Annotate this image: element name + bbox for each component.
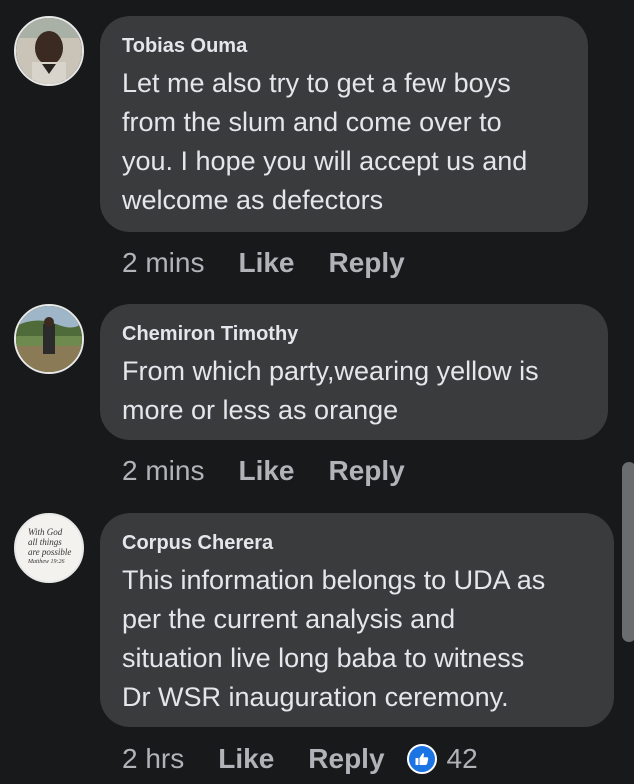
comment-text: This information belongs to UDA as per t… — [122, 565, 546, 712]
avatar-mug-text: With God all things are possible Matthew… — [28, 527, 72, 565]
reply-button[interactable]: Reply — [329, 454, 405, 488]
comment-actions: 2 mins Like Reply — [122, 454, 439, 488]
avatar[interactable]: With God all things are possible Matthew… — [14, 513, 84, 583]
reply-button[interactable]: Reply — [308, 742, 384, 776]
comment-author[interactable]: Tobias Ouma — [122, 34, 566, 58]
reaction-count: 42 — [446, 743, 478, 774]
like-button[interactable]: Like — [238, 246, 294, 280]
comment-actions: 2 hrs Like Reply 42 — [122, 742, 478, 776]
scrollbar[interactable] — [622, 462, 634, 642]
avatar-photo — [16, 18, 82, 84]
comment-bubble: Corpus Cherera This information belongs … — [100, 513, 614, 727]
comment-bubble: Tobias Ouma Let me also try to get a few… — [100, 16, 588, 232]
comment-author[interactable]: Corpus Cherera — [122, 531, 592, 555]
comment-author[interactable]: Chemiron Timothy — [122, 322, 586, 346]
comments-page: Tobias Ouma Let me also try to get a few… — [0, 0, 634, 784]
like-button[interactable]: Like — [238, 454, 294, 488]
avatar[interactable] — [14, 304, 84, 374]
reply-button[interactable]: Reply — [329, 246, 405, 280]
avatar-photo — [16, 306, 82, 372]
thumbs-up-icon — [406, 744, 437, 774]
reaction-summary[interactable]: 42 — [406, 742, 478, 776]
avatar[interactable] — [14, 16, 84, 86]
comment-timestamp[interactable]: 2 mins — [122, 246, 204, 280]
comment-timestamp[interactable]: 2 hrs — [122, 742, 184, 776]
like-button[interactable]: Like — [218, 742, 274, 776]
comment-timestamp[interactable]: 2 mins — [122, 454, 204, 488]
comment-actions: 2 mins Like Reply — [122, 246, 439, 280]
comment-text: Let me also try to get a few boys from t… — [122, 68, 528, 215]
comment-bubble: Chemiron Timothy From which party,wearin… — [100, 304, 608, 440]
comment-text: From which party,wearing yellow is more … — [122, 356, 539, 425]
